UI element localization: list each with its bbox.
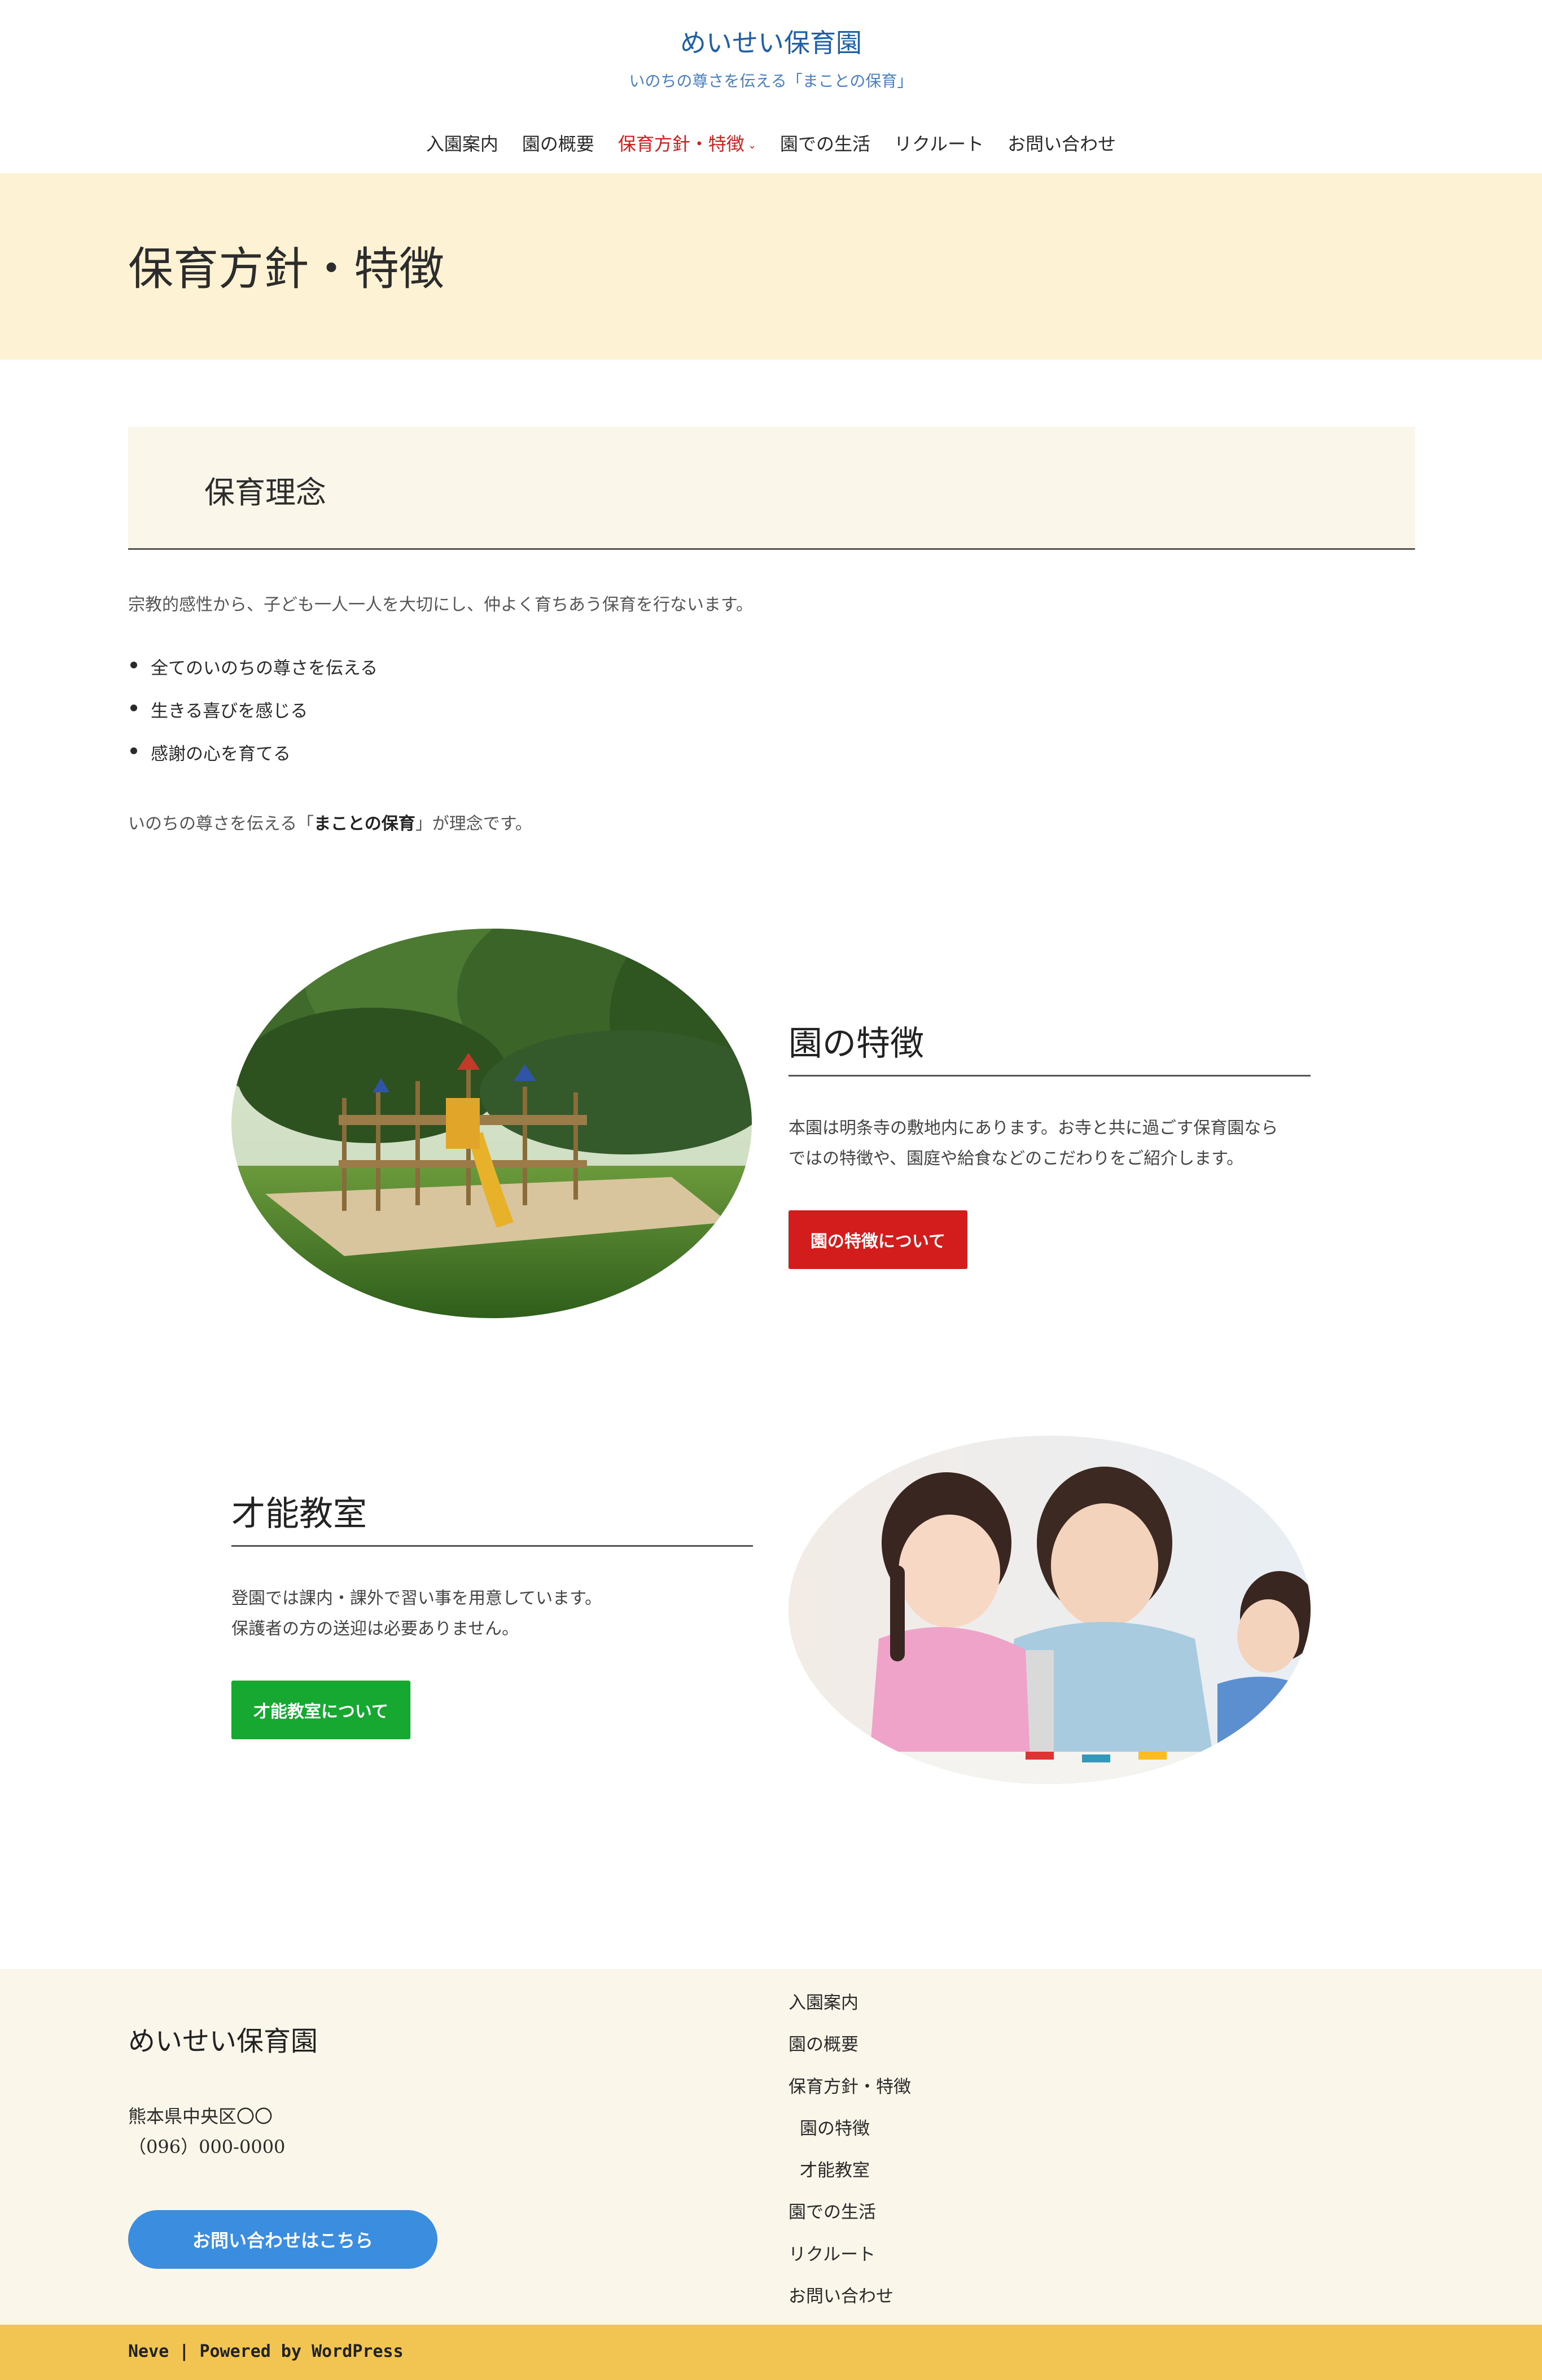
philosophy-intro: 宗教的感性から、子ども一人一人を大切にし、仲よく育ちあう保育を行ないます。 <box>128 595 753 615</box>
classroom-image <box>788 1436 1311 1784</box>
credit-separator: | <box>169 2342 200 2361</box>
site-footer: めいせい保育園 熊本県中央区〇〇 （096）000-0000 お問い合わせはこち… <box>0 1969 1542 2325</box>
talent-classes-button[interactable]: 才能教室について <box>231 1681 410 1739</box>
page-hero: 保育方針・特徴 <box>0 173 1542 360</box>
philosophy-heading-box: 保育理念 <box>128 427 1415 550</box>
nav-item-admission[interactable]: 入園案内 <box>426 130 498 156</box>
footer-credit: Neve | Powered by WordPress <box>128 2342 404 2361</box>
footer-bottom-bar: Neve | Powered by WordPress <box>0 2325 1542 2380</box>
feature-garden-desc-line2: ではの特徴や、園庭や給食などのこだわりをご紹介します。 <box>788 1149 1244 1169</box>
footer-menu-admission[interactable]: 入園案内 <box>788 1988 911 2030</box>
garden-features-button[interactable]: 園の特徴について <box>788 1210 967 1269</box>
feature-classes-desc-line2: 保護者の方の送迎は必要ありません。 <box>231 1619 519 1639</box>
nav-item-recruit[interactable]: リクルート <box>894 130 984 156</box>
theme-credit-link[interactable]: Neve <box>128 2342 169 2361</box>
closing-prefix: いのちの尊さを伝える「 <box>128 814 314 834</box>
footer-site-name: めいせい保育園 <box>128 2025 318 2057</box>
nav-item-contact[interactable]: お問い合わせ <box>1007 130 1116 156</box>
values-list: 全てのいのちの尊さを伝える 生きる喜びを感じる 感謝の心を育てる <box>128 654 378 782</box>
footer-menu-daily-life[interactable]: 園での生活 <box>788 2198 911 2239</box>
footer-contact-button[interactable]: お問い合わせはこちら <box>128 2210 437 2269</box>
playground-image <box>231 929 752 1318</box>
philosophy-heading: 保育理念 <box>204 475 326 510</box>
feature-garden-divider <box>788 1075 1311 1077</box>
list-item: 感謝の心を育てる <box>128 740 378 782</box>
feature-classes-desc-line1: 登園では課内・課外で習い事を用意しています。 <box>231 1589 602 1608</box>
classroom-photo <box>788 1436 1311 1784</box>
site-header: めいせい保育園 いのちの尊さを伝える「まことの保育」 入園案内 園の概要 保育方… <box>0 0 1542 173</box>
nav-item-policy-label: 保育方針・特徴 <box>617 133 744 155</box>
list-item: 全てのいのちの尊さを伝える <box>128 654 378 697</box>
footer-menu: 入園案内 園の概要 保育方針・特徴 園の特徴 才能教室 園での生活 リクルート … <box>788 1988 911 2324</box>
site-title[interactable]: めいせい保育園 <box>0 23 1542 60</box>
main-nav: 入園案内 園の概要 保育方針・特徴 ⌄ 園での生活 リクルート お問い合わせ <box>0 130 1542 156</box>
footer-menu-contact[interactable]: お問い合わせ <box>788 2282 911 2324</box>
footer-menu-talent-classes[interactable]: 才能教室 <box>788 2156 911 2198</box>
footer-menu-recruit[interactable]: リクルート <box>788 2240 911 2282</box>
list-item: 生きる喜びを感じる <box>128 697 378 740</box>
nav-item-overview[interactable]: 園の概要 <box>522 130 594 156</box>
footer-phone: （096）000-0000 <box>128 2136 286 2158</box>
feature-garden-heading: 園の特徴 <box>788 1024 924 1064</box>
wordpress-credit-link[interactable]: Powered by WordPress <box>199 2342 403 2361</box>
footer-menu-garden-features[interactable]: 園の特徴 <box>788 2114 911 2156</box>
footer-menu-policy[interactable]: 保育方針・特徴 <box>788 2072 911 2114</box>
philosophy-closing: いのちの尊さを伝える「まことの保育」が理念です。 <box>128 810 532 834</box>
nav-item-policy[interactable]: 保育方針・特徴 ⌄ <box>618 130 756 156</box>
nav-item-daily-life[interactable]: 園での生活 <box>780 130 870 156</box>
footer-menu-overview[interactable]: 園の概要 <box>788 2030 911 2072</box>
page-title: 保育方針・特徴 <box>128 243 444 295</box>
feature-garden-description: 本園は明条寺の敷地内にあります。お寺と共に過ごす保育園なら ではの特徴や、園庭や… <box>788 1113 1278 1174</box>
playground-photo <box>231 929 752 1318</box>
feature-classes-description: 登園では課内・課外で習い事を用意しています。 保護者の方の送迎は必要ありません。 <box>231 1583 602 1644</box>
chevron-down-icon[interactable]: ⌄ <box>748 139 756 151</box>
site-tagline: いのちの尊さを伝える「まことの保育」 <box>629 72 913 90</box>
closing-bold: まことの保育 <box>314 814 415 834</box>
footer-address: 熊本県中央区〇〇 <box>128 2106 273 2127</box>
feature-classes-heading: 才能教室 <box>231 1494 367 1534</box>
feature-classes-divider <box>231 1545 753 1547</box>
closing-suffix: 」が理念です。 <box>415 814 532 834</box>
feature-garden-desc-line1: 本園は明条寺の敷地内にあります。お寺と共に過ごす保育園なら <box>788 1118 1278 1138</box>
